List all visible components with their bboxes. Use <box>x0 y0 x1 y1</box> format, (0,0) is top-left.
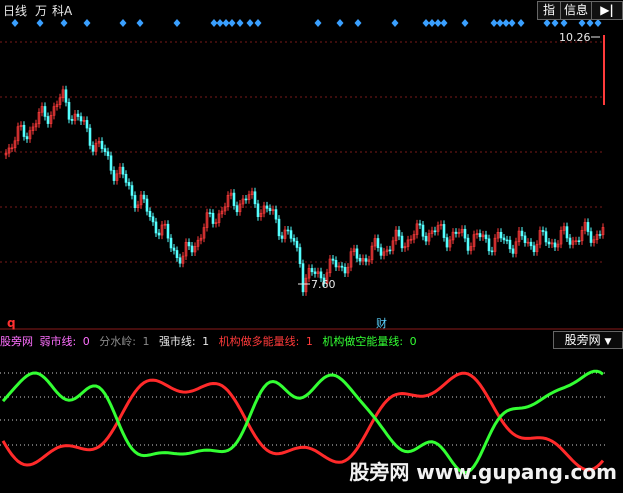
cai-marker[interactable]: 财 <box>376 315 387 331</box>
indicator-tab[interactable]: 股旁网 ▼ <box>553 331 623 349</box>
strong-line-value: 1 <box>202 335 210 348</box>
fen-line-text: 分水岭: <box>99 335 136 348</box>
weak-line-label: 弱市线: 0 <box>40 335 93 348</box>
weak-line-value: 0 <box>82 335 90 348</box>
watermark: 股旁网 www.gupang.com <box>349 460 617 484</box>
index-button[interactable]: 指 <box>537 1 561 20</box>
info-button[interactable]: 信息 <box>560 1 592 20</box>
short-line-text: 机构做空能量线: <box>322 335 404 348</box>
expand-button[interactable]: ▶| <box>591 1 623 20</box>
long-line-label: 机构做多能量线: 1 <box>219 335 316 348</box>
indicator-name[interactable]: 股旁网 <box>0 335 33 348</box>
short-line-label: 机构做空能量线: 0 <box>322 335 419 348</box>
period-label[interactable]: 日线 <box>3 2 27 19</box>
indicator-chart[interactable] <box>0 0 623 493</box>
ka-label[interactable]: 科A <box>52 2 72 19</box>
fen-line-label: 分水岭: 1 <box>99 335 152 348</box>
unit-label[interactable]: 万 <box>35 2 47 19</box>
indicator-header: 股旁网 弱市线: 0 分水岭: 1 强市线: 1 机构做多能量线: 1 机构做空… <box>0 333 423 348</box>
toolbar: 日线 万 科A 指 信息 ▶| <box>0 0 623 20</box>
high-price-label: 10.26 <box>559 31 591 44</box>
long-line-text: 机构做多能量线: <box>218 335 300 348</box>
low-price-label: 7.60 <box>311 278 336 291</box>
short-line-value: 0 <box>409 335 417 348</box>
q-marker: q <box>7 316 16 330</box>
bar-icon: | <box>609 3 614 17</box>
chevron-down-icon: ▼ <box>604 337 612 347</box>
fen-line-value: 1 <box>142 335 150 348</box>
long-line-value: 1 <box>305 335 313 348</box>
strong-line-label: 强市线: 1 <box>159 335 212 348</box>
indicator-tab-label: 股旁网 <box>564 333 601 347</box>
strong-line-text: 强市线: <box>158 335 196 348</box>
weak-line-text: 弱市线: <box>39 335 77 348</box>
